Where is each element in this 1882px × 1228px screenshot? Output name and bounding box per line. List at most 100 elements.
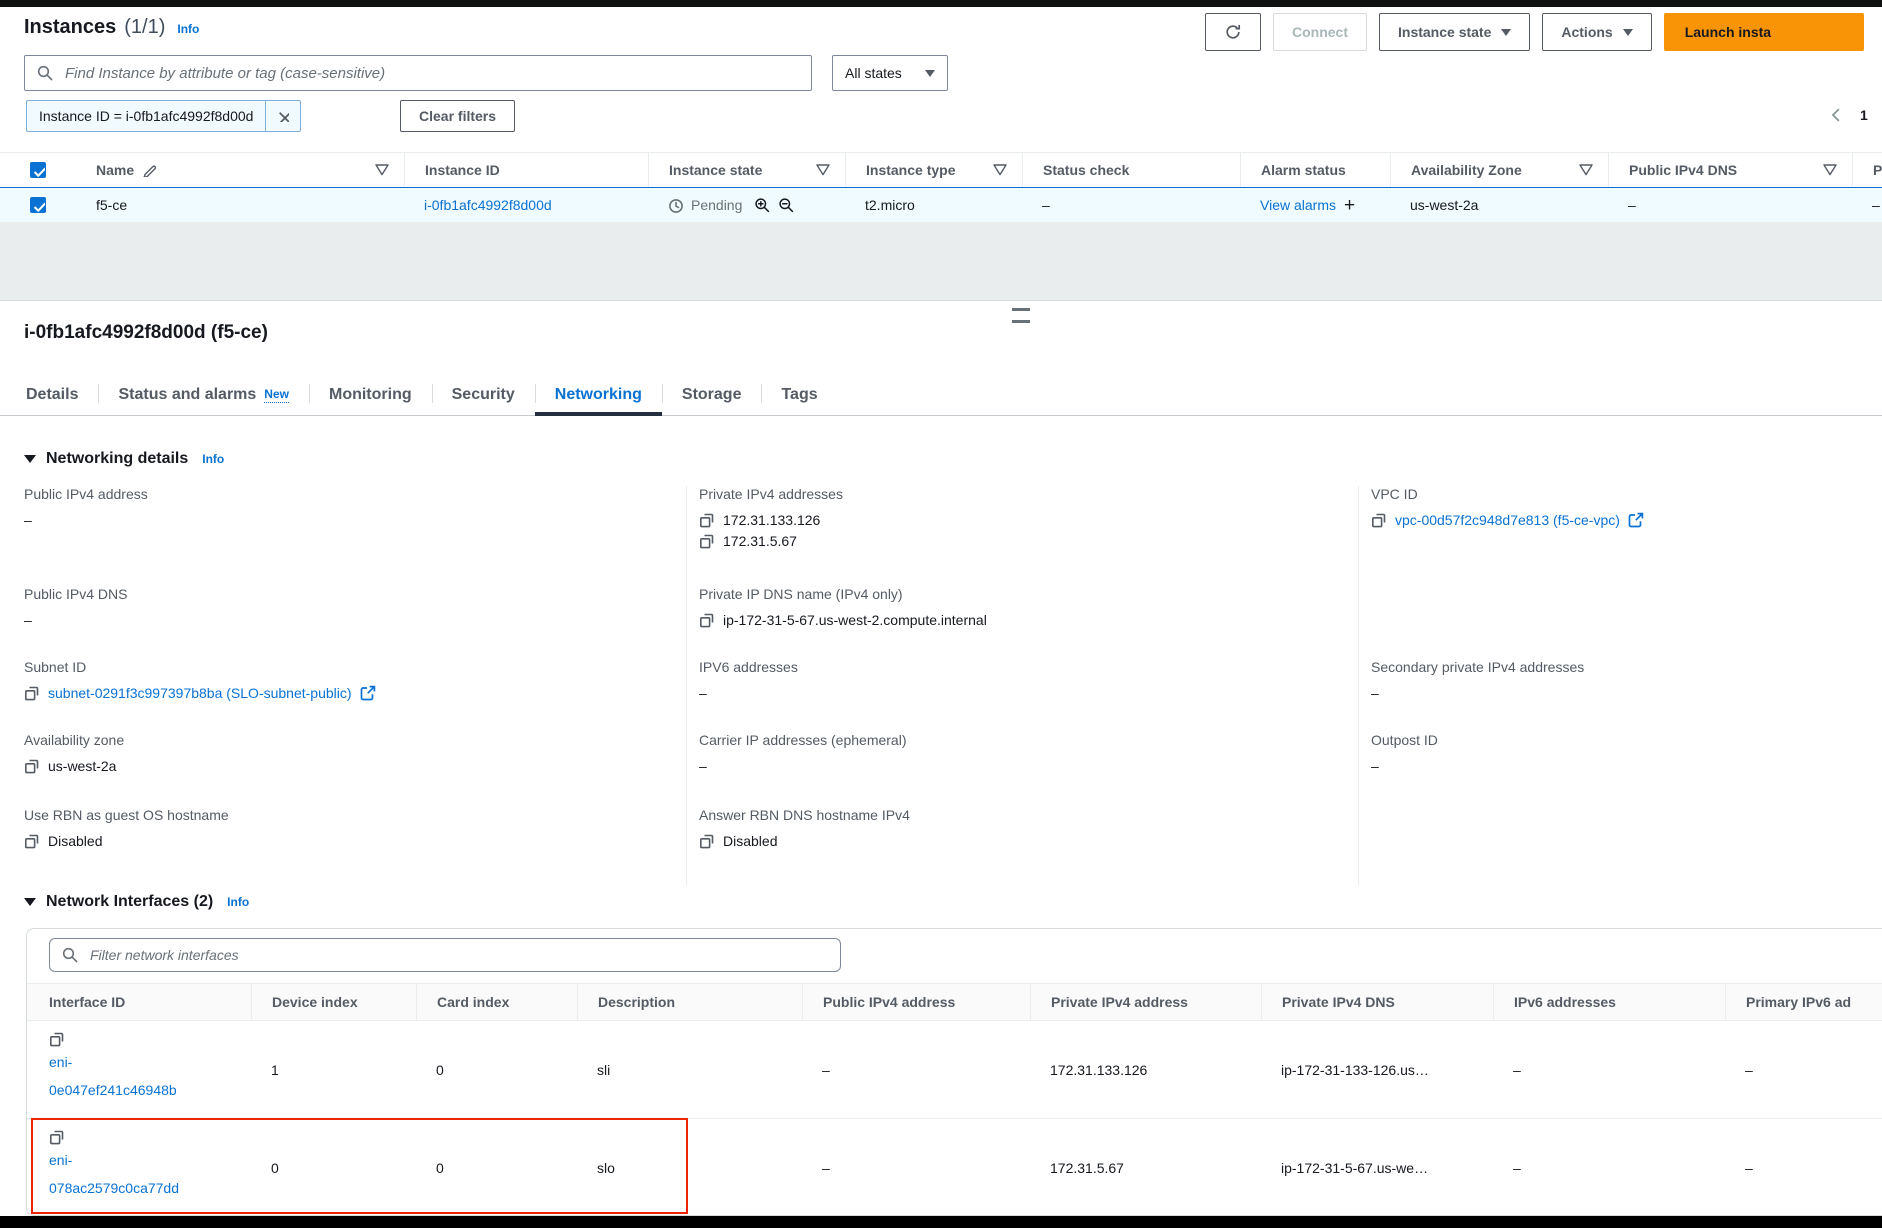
interface-row[interactable]: eni-078ac2579c0ca77dd 0 0 slo – 172.31.5… (27, 1118, 1882, 1216)
col-header-name[interactable]: Name (96, 162, 134, 178)
actions-menu-button[interactable]: Actions (1542, 13, 1651, 51)
filter-icon[interactable] (1822, 162, 1838, 178)
instance-search-input[interactable] (63, 64, 799, 83)
col-header-status-check[interactable]: Status check (1043, 162, 1129, 178)
col-header-instance-id[interactable]: Instance ID (425, 162, 500, 178)
collapse-triangle-icon[interactable] (24, 455, 36, 463)
info-link[interactable]: Info (227, 895, 249, 909)
page-title: Instances (24, 16, 116, 39)
col-header-description[interactable]: Description (598, 994, 675, 1010)
zoom-out-icon[interactable] (778, 197, 794, 213)
interface-id-link[interactable]: 0e047ef241c46948b (49, 1078, 177, 1103)
copy-icon[interactable] (24, 833, 40, 849)
col-header-interface-id[interactable]: Interface ID (49, 994, 125, 1010)
previous-page-icon[interactable] (1828, 107, 1844, 123)
filter-icon[interactable] (374, 162, 390, 178)
zoom-in-icon[interactable] (754, 197, 770, 213)
public-ipv4-dns-value: – (1628, 197, 1636, 213)
instances-table: Name Instance ID Instance state Instance… (0, 152, 1882, 223)
col-header-card-index[interactable]: Card index (437, 994, 509, 1010)
tab-security[interactable]: Security (432, 374, 535, 415)
instance-row[interactable]: f5-ce i-0fb1afc4992f8d00d Pending t2.mic… (0, 187, 1882, 223)
instance-id-link[interactable]: i-0fb1afc4992f8d00d (424, 197, 552, 213)
filter-icon[interactable] (1578, 162, 1594, 178)
split-panel-resize-handle[interactable] (1012, 308, 1030, 323)
check-icon (32, 199, 45, 212)
network-interfaces-title: Network Interfaces (2) (46, 893, 213, 911)
tab-details[interactable]: Details (6, 374, 98, 415)
vpc-id-link[interactable]: vpc-00d57f2c948d7e813 (f5-ce-vpc) (1395, 512, 1620, 528)
col-header-private-ipv4-address[interactable]: Private IPv4 address (1051, 994, 1188, 1010)
external-link-icon[interactable] (360, 685, 376, 701)
info-link[interactable]: Info (177, 22, 199, 36)
copy-icon[interactable] (699, 612, 715, 628)
device-index-value: 1 (271, 1062, 279, 1078)
ipv6-value: – (1513, 1160, 1521, 1176)
select-all-checkbox[interactable] (30, 162, 46, 178)
tab-networking[interactable]: Networking (535, 374, 662, 415)
private-dns-value: ip-172-31-133-126.us… (1281, 1062, 1429, 1078)
copy-icon[interactable] (699, 833, 715, 849)
close-icon (277, 110, 289, 122)
launch-instances-button[interactable]: Launch insta (1664, 13, 1864, 51)
instance-state-value: Pending (691, 197, 742, 213)
interface-id-link[interactable]: eni- (49, 1148, 72, 1173)
row-checkbox[interactable] (30, 197, 46, 213)
interface-row[interactable]: eni-0e047ef241c46948b 1 0 sli – 172.31.1… (27, 1021, 1882, 1118)
state-filter-dropdown[interactable]: All states (832, 55, 948, 91)
instance-state-menu-button[interactable]: Instance state (1379, 13, 1530, 51)
field-outpost-id: Outpost ID – (1371, 732, 1882, 807)
subnet-id-link[interactable]: subnet-0291f3c997397b8ba (SLO-subnet-pub… (48, 685, 352, 701)
col-header-private-ipv4-dns[interactable]: Private IPv4 DNS (1282, 994, 1395, 1010)
tab-monitoring[interactable]: Monitoring (309, 374, 432, 415)
copy-icon[interactable] (49, 1129, 65, 1145)
col-header-alarm-status[interactable]: Alarm status (1261, 162, 1346, 178)
col-header-public-ipv4-address[interactable]: Public IPv4 address (823, 994, 955, 1010)
edit-name-icon[interactable] (142, 163, 156, 177)
filter-token-label: Instance ID = i-0fb1afc4992f8d00d (27, 108, 265, 124)
copy-icon[interactable] (699, 512, 715, 528)
field-private-ip-dns-name: Private IP DNS name (IPv4 only) ip-172-3… (699, 586, 1358, 659)
external-link-icon[interactable] (1628, 512, 1644, 528)
new-badge: New (264, 387, 289, 403)
copy-icon[interactable] (699, 533, 715, 549)
private-ip-value: 172.31.5.67 (1050, 1160, 1124, 1176)
tab-storage[interactable]: Storage (662, 374, 762, 415)
col-header-availability-zone[interactable]: Availability Zone (1411, 162, 1522, 178)
field-public-ipv4-dns: Public IPv4 DNS – (24, 586, 686, 659)
public-ip-value: – (822, 1062, 830, 1078)
add-alarm-icon[interactable]: + (1344, 196, 1355, 215)
copy-icon[interactable] (49, 1031, 65, 1047)
interface-id-link[interactable]: eni- (49, 1050, 72, 1075)
field-answer-rbn-dns: Answer RBN DNS hostname IPv4 Disabled (699, 807, 1358, 885)
info-link[interactable]: Info (202, 452, 224, 466)
col-header-public-ipv4-dns[interactable]: Public IPv4 DNS (1629, 162, 1737, 178)
refresh-button[interactable] (1205, 13, 1261, 51)
instances-table-header: Name Instance ID Instance state Instance… (0, 152, 1882, 187)
pending-clock-icon (668, 198, 683, 213)
col-header-device-index[interactable]: Device index (272, 994, 358, 1010)
page-header: Instances (1/1) Info (24, 16, 199, 39)
col-header-primary-ipv6[interactable]: Primary IPv6 ad (1746, 994, 1851, 1010)
collapse-triangle-icon[interactable] (24, 898, 36, 906)
copy-icon[interactable] (24, 685, 40, 701)
public-ip-value: – (822, 1160, 830, 1176)
copy-icon[interactable] (24, 758, 40, 774)
col-header-instance-state[interactable]: Instance state (669, 162, 762, 178)
view-alarms-link[interactable]: View alarms (1260, 197, 1336, 213)
interface-id-link[interactable]: 078ac2579c0ca77dd (49, 1176, 179, 1201)
filter-icon[interactable] (992, 162, 1008, 178)
copy-icon[interactable] (1371, 512, 1387, 528)
col-header-ipv6-addresses[interactable]: IPv6 addresses (1514, 994, 1616, 1010)
col-header-instance-type[interactable]: Instance type (866, 162, 955, 178)
filter-icon[interactable] (815, 162, 831, 178)
connect-button[interactable]: Connect (1273, 13, 1367, 51)
networking-details-grid: Public IPv4 address – Public IPv4 DNS – … (0, 486, 1882, 885)
tab-tags[interactable]: Tags (761, 374, 837, 415)
filter-token-remove[interactable] (265, 101, 300, 131)
clear-filters-button[interactable]: Clear filters (400, 100, 515, 132)
interfaces-filter-input[interactable] (88, 946, 828, 964)
page-number[interactable]: 1 (1860, 107, 1868, 123)
tab-status-and-alarms[interactable]: Status and alarmsNew (98, 374, 309, 415)
device-index-value: 0 (271, 1160, 279, 1176)
